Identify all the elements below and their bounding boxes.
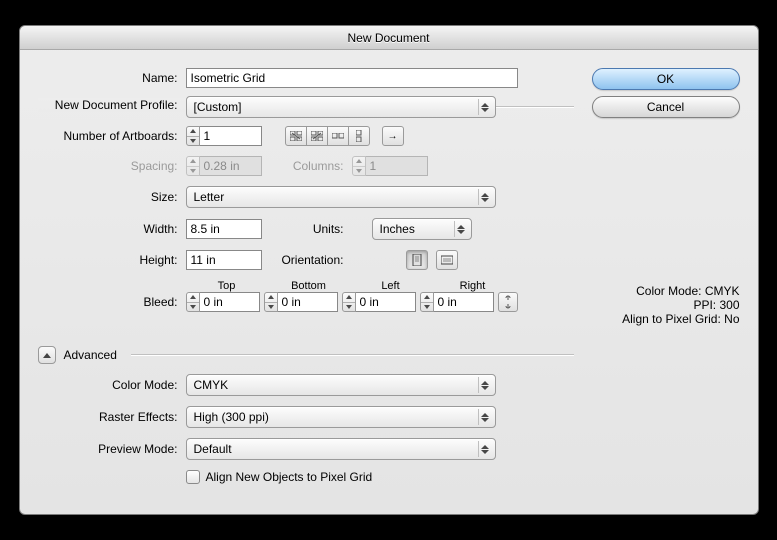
summary-align: Align to Pixel Grid: No — [592, 312, 740, 326]
units-value: Inches — [380, 222, 415, 236]
size-select[interactable]: Letter — [186, 186, 496, 208]
spacing-stepper — [186, 156, 262, 176]
color-mode-select[interactable]: CMYK — [186, 374, 496, 396]
layout-direction-icon[interactable]: → — [382, 126, 404, 146]
columns-input — [366, 156, 428, 176]
summary-panel: Color Mode: CMYK PPI: 300 Align to Pixel… — [592, 284, 740, 326]
bleed-bottom-stepper[interactable] — [264, 292, 338, 312]
profile-label: New Document Profile: — [38, 98, 186, 112]
height-label: Height: — [38, 253, 186, 267]
bleed-top-input[interactable] — [200, 292, 260, 312]
raster-label: Raster Effects: — [38, 410, 186, 424]
bleed-label: Bleed: — [38, 295, 186, 309]
preview-label: Preview Mode: — [38, 442, 186, 456]
summary-ppi: PPI: 300 — [592, 298, 740, 312]
bleed-bottom-input[interactable] — [278, 292, 338, 312]
artboard-layout-group: → — [286, 126, 404, 146]
color-mode-value: CMYK — [194, 378, 229, 392]
spacing-input — [200, 156, 262, 176]
bleed-top-label: Top — [186, 280, 268, 292]
raster-value: High (300 ppi) — [194, 410, 269, 424]
size-label: Size: — [38, 190, 186, 204]
profile-select[interactable]: [Custom] — [186, 96, 496, 118]
new-document-dialog: New Document Name: New Document Profile:… — [19, 25, 759, 515]
summary-color-mode: Color Mode: CMYK — [592, 284, 740, 298]
spacing-label: Spacing: — [38, 159, 186, 173]
bleed-left-stepper[interactable] — [342, 292, 416, 312]
size-value: Letter — [194, 190, 225, 204]
layout-grid-col-icon[interactable] — [306, 126, 328, 146]
color-mode-label: Color Mode: — [38, 378, 186, 392]
units-label: Units: — [262, 222, 352, 236]
raster-select[interactable]: High (300 ppi) — [186, 406, 496, 428]
columns-stepper — [352, 156, 428, 176]
columns-label: Columns: — [262, 159, 352, 173]
artboards-label: Number of Artboards: — [38, 129, 186, 143]
orientation-portrait-icon[interactable] — [406, 250, 428, 270]
titlebar: New Document — [20, 26, 758, 50]
height-input[interactable] — [186, 250, 262, 270]
artboards-input[interactable] — [200, 126, 262, 146]
width-input[interactable] — [186, 219, 262, 239]
advanced-label: Advanced — [64, 348, 117, 362]
align-pixel-grid-label: Align New Objects to Pixel Grid — [206, 470, 373, 484]
window-title: New Document — [347, 31, 429, 45]
width-label: Width: — [38, 222, 186, 236]
name-label: Name: — [38, 71, 186, 85]
profile-value: [Custom] — [194, 100, 242, 114]
orientation-landscape-icon[interactable] — [436, 250, 458, 270]
layout-row-icon[interactable] — [327, 126, 349, 146]
layout-col-icon[interactable] — [348, 126, 370, 146]
bleed-right-label: Right — [432, 280, 514, 292]
align-pixel-grid-checkbox[interactable] — [186, 470, 200, 484]
ok-button[interactable]: OK — [592, 68, 740, 90]
preview-value: Default — [194, 442, 232, 456]
artboards-stepper[interactable] — [186, 126, 262, 146]
orientation-label: Orientation: — [262, 253, 352, 267]
bleed-link-icon[interactable] — [498, 292, 518, 312]
cancel-button[interactable]: Cancel — [592, 96, 740, 118]
preview-select[interactable]: Default — [186, 438, 496, 460]
layout-grid-row-icon[interactable] — [285, 126, 307, 146]
bleed-right-stepper[interactable] — [420, 292, 494, 312]
units-select[interactable]: Inches — [372, 218, 472, 240]
bleed-left-label: Left — [350, 280, 432, 292]
bleed-top-stepper[interactable] — [186, 292, 260, 312]
bleed-right-input[interactable] — [434, 292, 494, 312]
bleed-bottom-label: Bottom — [268, 280, 350, 292]
name-input[interactable] — [186, 68, 518, 88]
bleed-left-input[interactable] — [356, 292, 416, 312]
advanced-toggle[interactable] — [38, 346, 56, 364]
